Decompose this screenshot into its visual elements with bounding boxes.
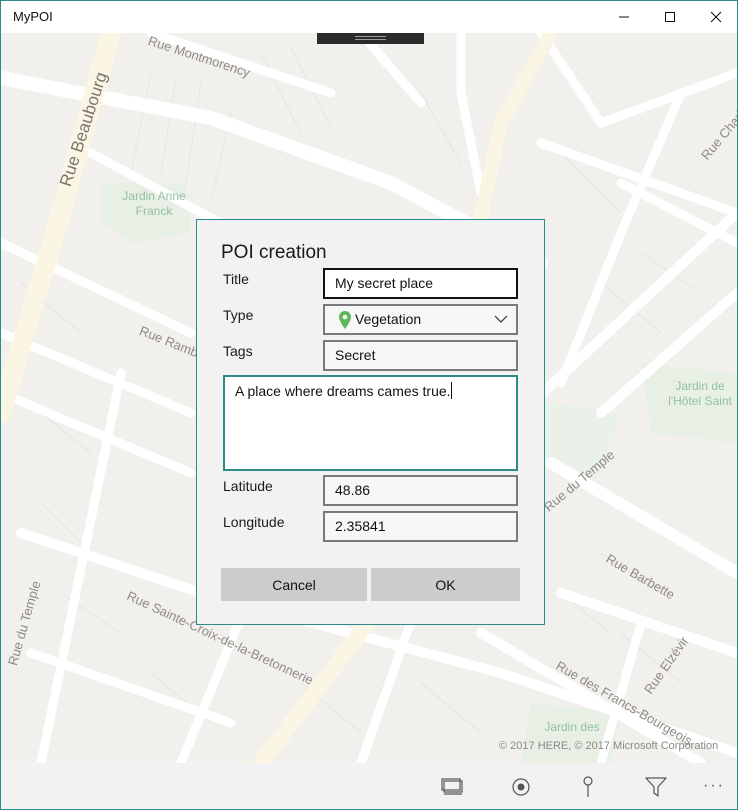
add-pin-button[interactable] (575, 775, 601, 799)
close-button[interactable] (693, 1, 737, 33)
maximize-icon (665, 12, 675, 22)
close-icon (710, 11, 722, 23)
minimize-button[interactable] (601, 1, 647, 33)
filter-button[interactable] (643, 775, 669, 799)
title-input[interactable]: My secret place (323, 268, 518, 299)
type-select-value: Vegetation (355, 311, 422, 327)
minimize-icon (619, 16, 629, 18)
description-text: A place where dreams cames true. (235, 383, 451, 399)
more-button[interactable]: ··· (703, 777, 725, 795)
description-textarea[interactable]: A place where dreams cames true. (223, 375, 518, 471)
ok-button[interactable]: OK (371, 568, 520, 601)
drag-handle-icon (355, 36, 386, 40)
park-label: Jardin des (544, 720, 600, 734)
dialog-title: POI creation (221, 242, 327, 263)
maximize-button[interactable] (647, 1, 693, 33)
type-select[interactable]: Vegetation (323, 304, 518, 335)
latitude-label: Latitude (223, 478, 273, 494)
cancel-button[interactable]: Cancel (221, 568, 367, 601)
map-layers-button[interactable] (440, 775, 466, 799)
poi-creation-dialog: POI creation Title My secret place Type … (196, 219, 545, 625)
tags-label: Tags (223, 343, 253, 359)
text-caret (450, 382, 452, 399)
app-window: MyPOI Rue Beaubourg Rue Montmorency Rue … (0, 0, 738, 810)
map-layers-icon (441, 778, 463, 795)
bottom-app-bar: ··· (1, 763, 737, 809)
pin-icon (583, 776, 593, 797)
chevron-down-icon (494, 315, 508, 323)
title-label: Title (223, 271, 249, 287)
map-copyright: © 2017 HERE, © 2017 Microsoft Corporatio… (499, 740, 719, 752)
pin-icon (339, 311, 351, 329)
location-target-icon (512, 778, 530, 796)
tags-input[interactable]: Secret (323, 340, 518, 371)
type-label: Type (223, 307, 254, 323)
my-location-button[interactable] (508, 775, 534, 799)
park-label: Jardin Anne Franck (122, 189, 186, 218)
title-bar: MyPOI (1, 1, 737, 33)
latitude-input[interactable]: 48.86 (323, 475, 518, 506)
app-title: MyPOI (13, 9, 53, 24)
longitude-input[interactable]: 2.35841 (323, 511, 518, 542)
park-label: Jardin de l'Hôtel Saint (668, 379, 732, 408)
filter-icon (645, 777, 667, 797)
longitude-label: Longitude (223, 514, 285, 530)
